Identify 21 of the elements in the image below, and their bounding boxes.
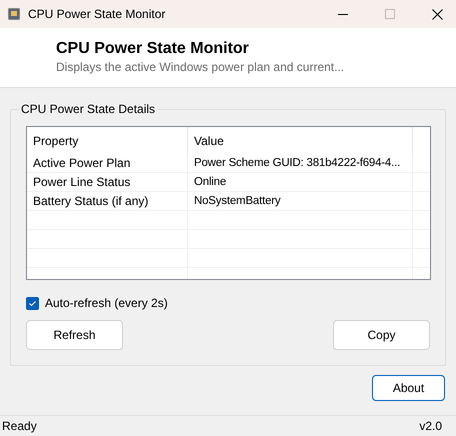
- button[interactable]: Copy: [333, 320, 430, 350]
- about-button[interactable]: About: [372, 375, 445, 401]
- column-header[interactable]: Property: [27, 127, 188, 154]
- table-cell: Battery Status (if any): [27, 192, 188, 210]
- window-title: CPU Power State Monitor: [28, 6, 166, 23]
- table-cell: Power Scheme GUID: 381b4222-f694-4...: [188, 154, 413, 172]
- checkbox[interactable]: [26, 296, 39, 310]
- header-subtitle: Displays the active Windows power plan and current...: [56, 59, 344, 75]
- app-icon: [8, 8, 20, 20]
- checkmark-icon: [28, 298, 37, 308]
- close-icon[interactable]: [432, 8, 443, 20]
- status-text: Ready: [2, 418, 37, 435]
- button[interactable]: Refresh: [26, 320, 123, 350]
- column-header[interactable]: Value: [188, 127, 413, 154]
- version-text: v2.0: [419, 418, 442, 435]
- table-cell: Online: [188, 173, 413, 191]
- table-cell: NoSystemBattery: [188, 192, 413, 210]
- table-cell: Active Power Plan: [27, 154, 188, 172]
- table-cell: Power Line Status: [27, 173, 188, 191]
- header-title: CPU Power State Monitor: [56, 39, 249, 59]
- checkbox-label[interactable]: Auto-refresh (every 2s): [45, 294, 168, 312]
